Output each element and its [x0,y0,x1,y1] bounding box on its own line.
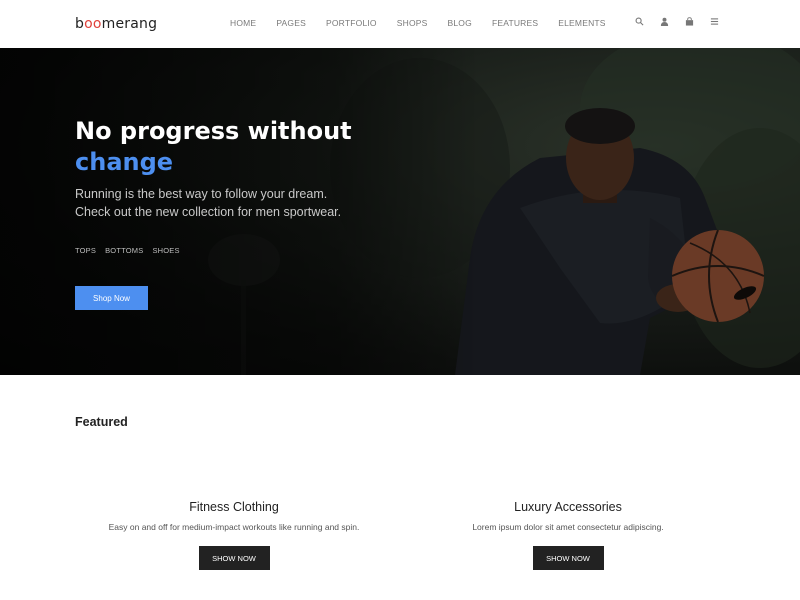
show-now-button-accessories[interactable]: SHOW NOW [532,546,604,570]
card-title: Luxury Accessories [514,500,622,514]
hero-title-accent: change [75,148,174,176]
show-now-button-fitness[interactable]: SHOW NOW [198,546,270,570]
card-title: Fitness Clothing [189,500,279,514]
nav-item-home[interactable]: HOME [230,18,256,28]
nav-item-elements[interactable]: ELEMENTS [558,18,605,28]
logo-prefix: b [75,16,85,32]
search-icon[interactable] [634,16,645,27]
nav-item-features[interactable]: FEATURES [492,18,538,28]
site-header: boomerang HOME PAGES PORTFOLIO SHOPS BLO… [0,0,800,48]
featured-heading: Featured [75,415,128,429]
user-icon[interactable] [659,16,670,27]
shop-now-button[interactable]: Shop Now [75,286,148,310]
nav-item-blog[interactable]: BLOG [448,18,472,28]
main-nav: HOME PAGES PORTFOLIO SHOPS BLOG FEATURES… [230,18,626,28]
hero-category-links: TOPS BOTTOMS SHOES [75,246,180,255]
card-description: Lorem ipsum dolor sit amet consectetur a… [472,522,664,532]
featured-card-accessories: Luxury Accessories Lorem ipsum dolor sit… [408,500,728,570]
hero-link-shoes[interactable]: SHOES [152,246,179,255]
nav-item-portfolio[interactable]: PORTFOLIO [326,18,377,28]
hero-subtitle-line2: Check out the new collection for men spo… [75,205,342,219]
nav-item-pages[interactable]: PAGES [276,18,306,28]
nav-item-shops[interactable]: SHOPS [397,18,428,28]
brand-logo[interactable]: boomerang [75,16,157,32]
logo-suffix: merang [101,16,158,32]
hero-subtitle-line1: Running is the best way to follow your d… [75,187,328,201]
header-icons [634,16,720,27]
hero-title-line1: No progress without [75,117,352,145]
hero-link-tops[interactable]: TOPS [75,246,96,255]
hero-link-bottoms[interactable]: BOTTOMS [105,246,143,255]
logo-oo: oo [84,16,102,32]
hero-title: No progress without change [75,116,352,178]
menu-icon[interactable] [709,16,720,27]
featured-card-fitness: Fitness Clothing Easy on and off for med… [74,500,394,570]
cart-icon[interactable] [684,16,695,27]
hero-subtitle: Running is the best way to follow your d… [75,185,395,221]
hero-banner: No progress without change Running is th… [0,48,800,375]
card-description: Easy on and off for medium-impact workou… [108,522,360,532]
